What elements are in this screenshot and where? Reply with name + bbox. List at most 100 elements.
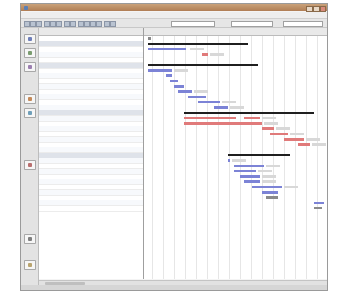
timeline-header xyxy=(144,28,327,36)
timeline-gridline xyxy=(207,36,208,279)
task-bar[interactable] xyxy=(202,53,208,56)
redo-icon[interactable] xyxy=(70,21,76,27)
resource-label xyxy=(262,180,276,183)
paste-icon[interactable] xyxy=(56,21,62,27)
resource-button[interactable] xyxy=(24,94,36,104)
timeline-gridline xyxy=(251,36,252,279)
task-bar[interactable] xyxy=(184,122,262,125)
task-bar[interactable] xyxy=(298,143,310,146)
timeline-gridline xyxy=(306,36,307,279)
task-bar[interactable] xyxy=(228,159,230,162)
task-bar[interactable] xyxy=(284,138,304,141)
timeline-gridline xyxy=(295,36,296,279)
task-bar[interactable] xyxy=(184,116,236,120)
timeline-gridline xyxy=(229,36,230,279)
zoom-out-icon[interactable] xyxy=(110,21,116,27)
status-bar xyxy=(21,285,327,290)
minimize-button[interactable] xyxy=(306,5,313,12)
chart-button[interactable] xyxy=(24,108,36,118)
task-bar[interactable] xyxy=(270,132,288,136)
task-bar[interactable] xyxy=(314,201,324,205)
calendar-view-icon xyxy=(28,51,32,55)
search-input[interactable] xyxy=(283,21,323,27)
resource-label xyxy=(232,159,246,162)
grid-header xyxy=(39,28,143,36)
resource-label xyxy=(276,127,290,130)
task-list-button[interactable] xyxy=(24,62,36,72)
help-icon xyxy=(28,263,32,267)
task-bar[interactable] xyxy=(166,74,172,77)
timeline-gridline xyxy=(185,36,186,279)
timeline-gridline xyxy=(163,36,164,279)
view-select[interactable] xyxy=(231,21,273,27)
timeline-gridline xyxy=(152,36,153,279)
summary-bar[interactable] xyxy=(148,43,248,46)
gantt-view-button[interactable] xyxy=(24,34,36,44)
timeline-gridline xyxy=(262,36,263,279)
task-bar[interactable] xyxy=(178,90,192,93)
task-bar[interactable] xyxy=(244,180,260,183)
gantt-view-icon xyxy=(28,37,32,41)
task-bar[interactable] xyxy=(148,37,151,40)
resource-label xyxy=(266,164,280,167)
resource-label xyxy=(190,47,204,51)
task-bar[interactable] xyxy=(174,85,184,88)
chart-icon xyxy=(28,111,32,115)
summary-bar[interactable] xyxy=(148,64,258,67)
task-bar[interactable] xyxy=(198,100,220,104)
settings-icon xyxy=(28,237,32,241)
resource-label xyxy=(262,116,276,120)
report-button[interactable] xyxy=(24,160,36,170)
task-bar[interactable] xyxy=(148,69,172,72)
app-icon xyxy=(24,5,28,10)
report-icon xyxy=(28,163,32,167)
resource-label xyxy=(174,69,188,72)
resource-label xyxy=(222,100,236,104)
app-window xyxy=(20,3,328,291)
task-bar[interactable] xyxy=(252,185,282,189)
task-bar[interactable] xyxy=(266,196,278,199)
unlink-icon[interactable] xyxy=(96,21,102,27)
task-bar[interactable] xyxy=(240,175,260,178)
task-bar[interactable] xyxy=(214,106,228,109)
task-bar[interactable] xyxy=(148,47,186,51)
timeline-gridline xyxy=(317,36,318,279)
help-button[interactable] xyxy=(24,260,36,270)
menu-bar xyxy=(21,12,327,19)
task-row[interactable] xyxy=(39,206,143,212)
task-bar[interactable] xyxy=(188,95,206,99)
resource-label xyxy=(262,175,276,178)
summary-bar[interactable] xyxy=(228,154,290,157)
resource-label xyxy=(258,169,272,173)
resource-label xyxy=(306,138,320,141)
settings-button[interactable] xyxy=(24,234,36,244)
summary-bar[interactable] xyxy=(184,112,314,114)
timeline-gridline xyxy=(174,36,175,279)
task-bar[interactable] xyxy=(262,127,274,130)
timeline-gridline xyxy=(284,36,285,279)
save-icon[interactable] xyxy=(36,21,42,27)
resource-label xyxy=(264,122,278,125)
task-bar[interactable] xyxy=(234,169,256,173)
timeline-gridline xyxy=(273,36,274,279)
task-bar[interactable] xyxy=(170,79,178,83)
task-bar[interactable] xyxy=(244,116,260,120)
view-sidebar xyxy=(21,28,39,290)
task-bar[interactable] xyxy=(314,206,322,210)
resource-label xyxy=(290,132,304,136)
close-button[interactable] xyxy=(320,5,326,12)
timeline-gridline xyxy=(240,36,241,279)
task-bar[interactable] xyxy=(262,191,278,194)
resource-label xyxy=(284,185,298,189)
task-bar[interactable] xyxy=(234,164,264,167)
calendar-view-button[interactable] xyxy=(24,48,36,58)
resource-icon xyxy=(28,97,32,101)
timeline-gridline xyxy=(218,36,219,279)
task-list-icon xyxy=(28,65,32,69)
resource-label xyxy=(194,90,208,93)
toolbar xyxy=(21,19,327,28)
maximize-button[interactable] xyxy=(313,5,320,12)
resource-label xyxy=(312,143,326,146)
title-bar xyxy=(21,4,327,12)
filter-field[interactable] xyxy=(171,21,215,27)
